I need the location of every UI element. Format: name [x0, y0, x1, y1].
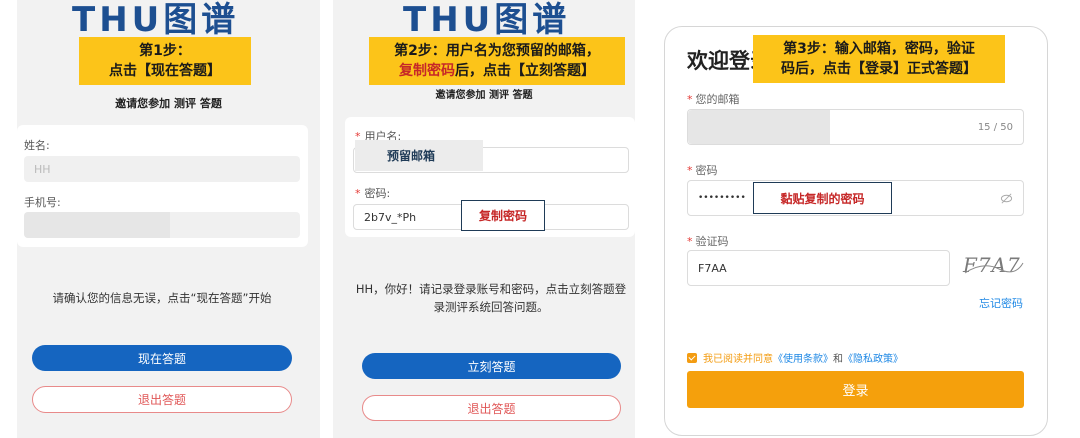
agree-text: 我已阅读并同意 [703, 354, 773, 365]
name-field[interactable]: HH [24, 156, 300, 182]
copy-password-callout: 复制密码 [461, 200, 545, 231]
agree-checkbox[interactable] [687, 352, 697, 363]
agreement-row: 我已阅读并同意 《使用条款》 和 《隐私政策》 [687, 350, 903, 365]
privacy-link[interactable]: 《隐私政策》 [843, 350, 903, 365]
start-now-button[interactable]: 现在答题 [32, 345, 292, 371]
invite-subtitle: 邀请您参加 测评 答题 [435, 90, 533, 101]
step2-badge-rest: 后，点击【立刻答题】 [455, 63, 595, 79]
info-card: 姓名: HH 手机号: [17, 125, 308, 247]
exit-button[interactable]: 退出答题 [362, 395, 621, 421]
eye-hidden-icon[interactable] [1000, 192, 1013, 205]
step1-badge: 第1步： 点击【现在答题】 [79, 37, 251, 85]
step2-badge-line2: 复制密码后，点击【立刻答题】 [377, 61, 617, 81]
login-button[interactable]: 登录 [687, 371, 1024, 408]
reserved-email-callout: 预留邮箱 [355, 140, 483, 171]
captcha-field[interactable]: F7AA [687, 250, 950, 286]
step1-panel: THU图谱 第1步： 点击【现在答题】 邀请您参加 测评 答题 姓名: HH 手… [17, 0, 320, 438]
step2-badge-highlight: 复制密码 [399, 63, 455, 79]
thu-logo: THU图谱 [72, 0, 240, 40]
step3-badge: 第3步：输入邮箱，密码，验证 码后，点击【登录】正式答题】 [753, 35, 1005, 83]
password-value: 2b7v_*Ph [364, 210, 417, 224]
captcha-image[interactable]: F7A7 [963, 253, 1025, 283]
phone-redacted [24, 212, 170, 238]
step2-badge-line1: 第2步：用户名为您预留的邮箱， [394, 43, 600, 59]
captcha-noise-icon [964, 262, 1024, 274]
exit-button[interactable]: 退出答题 [32, 386, 292, 413]
name-value: HH [34, 162, 51, 176]
step1-badge-line2: 点击【现在答题】 [109, 63, 221, 79]
step2-panel: THU图谱 第2步：用户名为您预留的邮箱， 复制密码后，点击【立刻答题】 邀请您… [333, 0, 635, 438]
email-char-counter: 15 / 50 [977, 121, 1013, 133]
step3-badge-line2: 码后，点击【登录】正式答题】 [781, 61, 977, 77]
email-label: * 您的邮箱 [687, 93, 740, 106]
agree-and-text: 和 [833, 354, 843, 365]
password-label: * 密码: [355, 187, 391, 200]
paste-password-callout: 黏贴复制的密码 [753, 182, 892, 214]
email-redacted [688, 110, 830, 144]
name-label: 姓名: [24, 139, 50, 152]
forgot-password-link[interactable]: 忘记密码 [979, 295, 1023, 311]
phone-field[interactable] [24, 212, 300, 238]
answer-now-button[interactable]: 立刻答题 [362, 353, 621, 379]
password-masked-value: ••••••••• [698, 193, 746, 203]
email-field[interactable]: 15 / 50 [687, 109, 1024, 145]
record-credentials-message: HH，你好！请记录登录账号和密码，点击立刻答题登录测评系统回答问题。 [355, 282, 627, 314]
password-label: * 密码 [687, 164, 718, 177]
step3-login-panel: 欢迎登录 第3步：输入邮箱，密码，验证 码后，点击【登录】正式答题】 * 您的邮箱… [664, 26, 1048, 436]
step2-badge: 第2步：用户名为您预留的邮箱， 复制密码后，点击【立刻答题】 [369, 37, 625, 85]
thu-logo: THU图谱 [403, 0, 571, 40]
phone-label: 手机号: [24, 196, 61, 209]
confirm-message: 请确认您的信息无误，点击“现在答题”开始 [52, 291, 272, 305]
step1-badge-line1: 第1步： [139, 43, 191, 59]
invite-subtitle: 邀请您参加 测评 答题 [115, 97, 222, 110]
step3-badge-line1: 第3步：输入邮箱，密码，验证 [783, 41, 975, 57]
captcha-value: F7AA [698, 261, 727, 275]
terms-link[interactable]: 《使用条款》 [773, 350, 833, 365]
captcha-label: * 验证码 [687, 235, 729, 248]
